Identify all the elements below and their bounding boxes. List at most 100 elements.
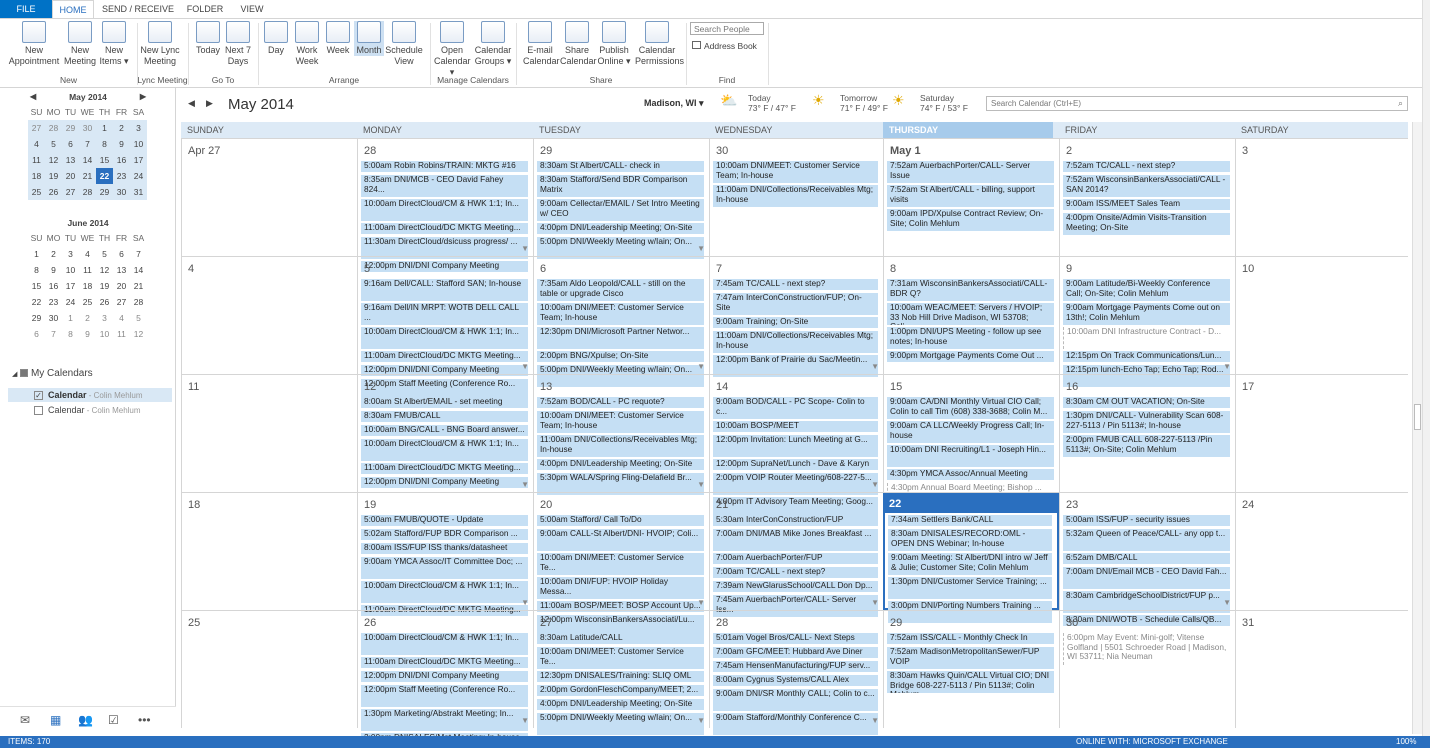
- appointment[interactable]: 1:00pm DNI/UPS Meeting - follow up see n…: [887, 327, 1054, 349]
- checkbox-icon[interactable]: ✓: [34, 391, 43, 400]
- day-cell[interactable]: 9 9:00am Latitude/Bi-Weekly Conference Ca…: [1059, 257, 1235, 387]
- mini-day[interactable]: 22: [28, 294, 45, 310]
- day-cell[interactable]: 12 8:00am St Albert/EMAIL - set meeting 8:…: [357, 375, 533, 492]
- day-cell[interactable]: 15 9:00am CA/DNI Monthly Virtual CIO Call…: [883, 375, 1059, 505]
- ribbon-button-new[interactable]: New Meeting: [63, 21, 97, 67]
- appointment[interactable]: 9:16am Dell/CALL: Stafford SAN; In-house: [361, 279, 528, 301]
- more-items-icon[interactable]: ▼: [521, 716, 529, 725]
- appointment[interactable]: 8:30am Hawks Quin/CALL Virtual CIO; DNI …: [887, 671, 1054, 693]
- appointment[interactable]: 7:45am HensenManufacturing/FUP serv...: [713, 661, 878, 672]
- appointment[interactable]: 8:30am Latitude/CALL: [537, 633, 704, 644]
- appointment[interactable]: 9:00am Cellectar/EMAIL / Set Intro Meeti…: [537, 199, 704, 221]
- tab-file[interactable]: FILE: [0, 0, 52, 18]
- mini-day[interactable]: 20: [113, 278, 130, 294]
- more-items-icon[interactable]: ▼: [871, 362, 879, 371]
- search-people-input[interactable]: Search People: [690, 22, 764, 35]
- mini-day[interactable]: 30: [79, 120, 96, 136]
- day-cell[interactable]: 27 8:30am Latitude/CALL 10:00am DNI/MEET: …: [533, 611, 709, 735]
- appointment[interactable]: 10:00am DNI/FUP: HVOIP Holiday Messa...: [537, 577, 704, 599]
- mini-day[interactable]: 22: [96, 168, 113, 184]
- zoom-level[interactable]: 100%: [1396, 736, 1416, 748]
- appointment[interactable]: 7:00am GFC/MEET: Hubbard Ave Diner: [713, 647, 878, 658]
- day-cell[interactable]: Apr 27: [181, 139, 357, 256]
- appointment[interactable]: 12:00pm DNI/DNI Company Meeting: [361, 671, 528, 682]
- mini-day[interactable]: 12: [45, 152, 62, 168]
- day-cell[interactable]: 23 5:00am ISS/FUP - security issues 5:32am…: [1059, 493, 1235, 626]
- ribbon-button-today[interactable]: Today: [195, 21, 221, 56]
- mini-day[interactable]: 13: [62, 152, 79, 168]
- appointment[interactable]: 6:52am DMB/CALL: [1063, 553, 1230, 564]
- mini-day[interactable]: 21: [130, 278, 147, 294]
- appointment[interactable]: 5:01am Vogel Bros/CALL- Next Steps: [713, 633, 878, 644]
- appointment[interactable]: 12:00pm Staff Meeting (Conference Ro...: [361, 685, 528, 707]
- mini-day[interactable]: 18: [79, 278, 96, 294]
- mini-day[interactable]: 18: [28, 168, 45, 184]
- mini-day[interactable]: 24: [62, 294, 79, 310]
- day-cell[interactable]: 19 5:00am FMUB/QUOTE - Update 5:02am Staff…: [357, 493, 533, 616]
- appointment[interactable]: 5:02am Stafford/FUP BDR Comparison ...: [361, 529, 528, 540]
- group-checkbox-icon[interactable]: [20, 369, 29, 378]
- mini-day[interactable]: 9: [79, 326, 96, 342]
- appointment[interactable]: 7:31am WisconsinBankersAssociati/CALL-BD…: [887, 279, 1054, 301]
- appointment[interactable]: 7:52am TC/CALL - next step?: [1063, 161, 1230, 172]
- my-calendars-group[interactable]: ◢ My Calendars: [12, 368, 93, 379]
- appointment[interactable]: 10:00am DirectCloud/CM & HWK 1:1; In...: [361, 199, 528, 221]
- mini-day[interactable]: 24: [130, 168, 147, 184]
- more-items-icon[interactable]: ▼: [871, 716, 879, 725]
- mini-day[interactable]: 3: [62, 246, 79, 262]
- mini-day[interactable]: 3: [96, 310, 113, 326]
- mini-day[interactable]: 1: [62, 310, 79, 326]
- day-cell[interactable]: 26 10:00am DirectCloud/CM & HWK 1:1; In..…: [357, 611, 533, 744]
- appointment[interactable]: 8:00am ISS/FUP ISS thanks/datasheet: [361, 543, 528, 554]
- more-items-icon[interactable]: ▼: [697, 480, 705, 489]
- appointment[interactable]: 5:30am InterConConstruction/FUP: [713, 515, 878, 526]
- appointment[interactable]: 5:00am FMUB/QUOTE - Update: [361, 515, 528, 526]
- more-items-icon[interactable]: ▼: [697, 362, 705, 371]
- appointment[interactable]: 7:52am WisconsinBankersAssociati/CALL - …: [1063, 175, 1230, 197]
- location-selector[interactable]: Madison, WI ▾: [644, 98, 704, 109]
- more-items-icon[interactable]: ▼: [697, 598, 705, 607]
- appointment[interactable]: 9:00am CA/DNI Monthly Virtual CIO Call; …: [887, 397, 1054, 419]
- appointment[interactable]: 4:00pm DNI/Leadership Meeting; On-Site: [537, 223, 704, 234]
- day-cell[interactable]: 13 7:52am BOD/CALL - PC requote? 10:00am D…: [533, 375, 709, 495]
- day-cell[interactable]: 17: [1235, 375, 1408, 492]
- mini-day[interactable]: 25: [28, 184, 45, 200]
- appointment[interactable]: 9:00am DNI/SR Monthly CALL; Colin to c..…: [713, 689, 878, 711]
- ribbon-button-calendar[interactable]: Calendar Permissions: [635, 21, 684, 67]
- tab-home[interactable]: HOME: [52, 0, 94, 18]
- appointment[interactable]: 6:00pm May Event: Mini-golf; Vitense Gol…: [1063, 633, 1230, 665]
- appointment[interactable]: 5:00am Stafford/ Call To/Do: [537, 515, 704, 526]
- appointment[interactable]: 9:16am Dell/IN MRPT: WOTB DELL CALL ...: [361, 303, 528, 325]
- day-cell[interactable]: 21 5:30am InterConConstruction/FUP 7:00am …: [709, 493, 883, 617]
- appointment[interactable]: 5:00am ISS/FUP - security issues: [1063, 515, 1230, 526]
- appointment[interactable]: 7:00am DNI/MAB Mike Jones Breakfast ...: [713, 529, 878, 551]
- search-icon[interactable]: ⌕: [1398, 98, 1403, 109]
- more-items-icon[interactable]: ▼: [697, 244, 705, 253]
- appointment[interactable]: 11:00am DirectCloud/DC MKTG Meeting...: [361, 657, 528, 668]
- mini-day[interactable]: 8: [62, 326, 79, 342]
- mini-day[interactable]: 5: [96, 246, 113, 262]
- ribbon-button-new[interactable]: New Appointment: [8, 21, 60, 67]
- checkbox-icon[interactable]: [34, 406, 43, 415]
- mini-day[interactable]: 14: [130, 262, 147, 278]
- day-cell[interactable]: May 1 7:52am AuerbachPorter/CALL- Server …: [883, 139, 1059, 256]
- ribbon-button-publish[interactable]: Publish Online ▾: [595, 21, 633, 67]
- mini-day[interactable]: 30: [113, 184, 130, 200]
- ribbon-button-calendar[interactable]: Calendar Groups ▾: [473, 21, 513, 67]
- mail-icon[interactable]: ✉: [20, 713, 30, 727]
- appointment[interactable]: 11:00am DirectCloud/DC MKTG Meeting...: [361, 463, 528, 474]
- mini-day[interactable]: 15: [28, 278, 45, 294]
- day-cell[interactable]: 31: [1235, 611, 1408, 728]
- mini-day[interactable]: 7: [79, 136, 96, 152]
- day-cell[interactable]: 28 5:01am Vogel Bros/CALL- Next Steps 7:00…: [709, 611, 883, 735]
- day-cell[interactable]: 6 7:35am Aldo Leopold/CALL - still on the…: [533, 257, 709, 387]
- day-cell[interactable]: 30 10:00am DNI/MEET: Customer Service Tea…: [709, 139, 883, 256]
- mini-day[interactable]: 9: [113, 136, 130, 152]
- appointment[interactable]: 10:00am DNI Recruiting/L1 - Joseph Hin..…: [887, 445, 1054, 467]
- appointment[interactable]: 7:52am MadisonMetropolitanSewer/FUP VOIP: [887, 647, 1054, 669]
- mini-day[interactable]: 11: [28, 152, 45, 168]
- appointment[interactable]: 9:00am CA LLC/Weekly Progress Call; In-h…: [887, 421, 1054, 443]
- mini-day[interactable]: 12: [96, 262, 113, 278]
- search-calendar-input[interactable]: Search Calendar (Ctrl+E) ⌕: [986, 96, 1408, 111]
- mini-day[interactable]: 15: [96, 152, 113, 168]
